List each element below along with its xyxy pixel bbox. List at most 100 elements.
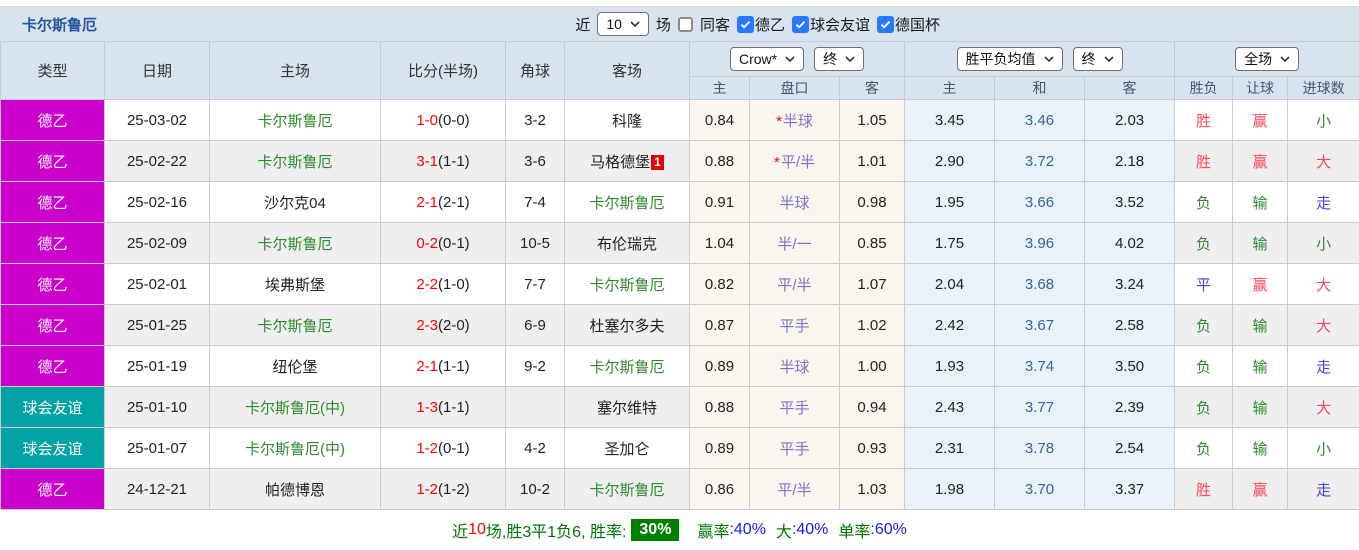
bookmaker-select[interactable]: Crow* — [729, 47, 805, 71]
handicap-text: 半球 — [782, 112, 813, 130]
home-team-cell: 帕德博恩 — [209, 468, 381, 510]
result-wdl: 负 — [1174, 427, 1234, 469]
recent-count-select[interactable]: 10 — [597, 12, 649, 36]
eu-home-odds: 3.45 — [904, 99, 996, 141]
europe-avg-value: 胜平负均值 — [965, 51, 1036, 67]
eu-home-odds: 2.04 — [904, 263, 996, 305]
subcol-eu-draw: 和 — [994, 76, 1086, 100]
chevron-down-icon — [1043, 56, 1054, 62]
home-team-cell: 卡尔斯鲁厄 — [209, 304, 381, 346]
eu-away-odds: 3.50 — [1084, 345, 1176, 387]
away-team-cell: 卡尔斯鲁厄 — [564, 181, 690, 223]
type-badge: 德乙 — [0, 99, 105, 141]
filter-checkbox[interactable] — [791, 15, 809, 33]
scope-dropdown-group: 全场 — [1174, 41, 1359, 77]
eu-home-odds: 2.90 — [904, 140, 996, 182]
same-away-checkbox[interactable] — [677, 16, 693, 32]
subcol-result-handicap: 让球 — [1232, 76, 1289, 100]
result-wdl: 负 — [1174, 345, 1234, 387]
away-team: 卡尔斯鲁厄 — [589, 194, 665, 212]
table-row: 德乙 25-03-02 卡尔斯鲁厄 1-0(0-0) 3-2 科隆 0.84 *… — [0, 99, 1359, 141]
home-team: 埃弗斯堡 — [264, 276, 325, 294]
corner-score: 10-5 — [505, 222, 565, 264]
ah-handicap: *平/半 — [749, 468, 840, 510]
filter-checkbox[interactable] — [876, 15, 894, 33]
home-team-cell: 沙尔克04 — [209, 181, 381, 223]
ah-handicap: *平手 — [749, 304, 840, 346]
col-header-score: 比分(半场) — [380, 41, 506, 100]
away-team-cell: 马格德堡 1 — [564, 140, 690, 182]
away-team: 马格德堡 — [590, 153, 651, 171]
home-team: 帕德博恩 — [264, 481, 325, 499]
type-badge: 德乙 — [0, 222, 105, 264]
halftime-score: (0-1) — [438, 439, 470, 457]
result-wdl: 胜 — [1174, 468, 1234, 510]
ah-away-odds: 1.02 — [838, 304, 906, 346]
away-team: 卡尔斯鲁厄 — [589, 481, 665, 499]
table-row: 德乙 25-02-01 埃弗斯堡 2-2(1-0) 7-7 卡尔斯鲁厄 0.82… — [0, 263, 1359, 305]
handicap-text: 平手 — [779, 440, 810, 458]
result-handicap: 输 — [1232, 181, 1289, 223]
home-team: 卡尔斯鲁厄(中) — [245, 440, 345, 458]
ah-handicap: *平/半 — [749, 140, 840, 182]
home-team-cell: 卡尔斯鲁厄(中) — [209, 386, 381, 428]
eu-draw-odds: 3.77 — [994, 386, 1086, 428]
home-team: 纽伦堡 — [272, 358, 318, 376]
eu-away-odds: 4.02 — [1084, 222, 1176, 264]
away-team-cell: 布伦瑞克 — [564, 222, 690, 264]
chevron-down-icon — [1280, 56, 1290, 62]
match-date: 25-01-19 — [104, 345, 210, 387]
ah-time-select[interactable]: 终 — [814, 47, 865, 71]
bookmaker-value: Crow* — [738, 51, 778, 67]
result-wdl: 负 — [1174, 222, 1234, 264]
halftime-score: (2-0) — [438, 316, 470, 334]
result-wdl: 平 — [1174, 263, 1234, 305]
away-team: 卡尔斯鲁厄 — [589, 276, 665, 294]
ah-away-odds: 1.03 — [838, 468, 906, 510]
ah-home-odds: 1.04 — [689, 222, 750, 264]
eu-home-odds: 2.43 — [904, 386, 996, 428]
ah-handicap: *半球 — [749, 181, 840, 223]
home-team-cell: 卡尔斯鲁厄 — [209, 222, 381, 264]
chevron-down-icon — [1103, 56, 1114, 62]
result-goals: 大 — [1287, 263, 1359, 305]
table-row: 德乙 24-12-21 帕德博恩 1-2(1-2) 10-2 卡尔斯鲁厄 0.8… — [0, 468, 1359, 510]
away-team-cell: 圣加仑 — [564, 427, 690, 469]
ah-time-value: 终 — [823, 51, 838, 67]
table-row: 球会友谊 25-01-10 卡尔斯鲁厄(中) 1-3(1-1) 塞尔维特 0.8… — [0, 386, 1359, 428]
europe-avg-select[interactable]: 胜平负均值 — [956, 47, 1063, 71]
corner-score: 3-2 — [505, 99, 565, 141]
banner: 卡尔斯鲁厄 近 10 场 同客 德乙 球会友谊 德国杯 — [0, 7, 1359, 41]
subcol-ah-home: 主 — [689, 76, 750, 100]
red-card-badge: 1 — [651, 154, 664, 170]
home-team: 卡尔斯鲁厄(中) — [245, 399, 345, 417]
chevron-down-icon — [785, 56, 795, 62]
footer-single-value: :60% — [870, 520, 907, 538]
chevron-down-icon — [845, 56, 855, 62]
eu-draw-odds: 3.74 — [994, 345, 1086, 387]
filter-label: 德国杯 — [894, 16, 940, 34]
check-icon — [880, 20, 891, 28]
scope-select[interactable]: 全场 — [1235, 47, 1300, 71]
halftime-score: (1-2) — [438, 480, 470, 498]
eu-draw-odds: 3.68 — [994, 263, 1086, 305]
europe-time-select[interactable]: 终 — [1072, 47, 1123, 71]
result-goals: 小 — [1287, 222, 1359, 264]
corner-score: 3-6 — [505, 140, 565, 182]
result-handicap: 赢 — [1232, 140, 1289, 182]
chevron-down-icon — [630, 21, 640, 27]
recent-count-value: 10 — [606, 16, 622, 32]
result-goals: 走 — [1287, 468, 1359, 510]
halftime-score: (1-0) — [438, 275, 470, 293]
filter-checkbox[interactable] — [736, 15, 754, 33]
ah-home-odds: 0.91 — [689, 181, 750, 223]
home-team-cell: 卡尔斯鲁厄 — [209, 99, 381, 141]
corner-score: 7-4 — [505, 181, 565, 223]
scope-value: 全场 — [1244, 51, 1273, 67]
filter-label: 德乙 — [754, 16, 785, 34]
eu-draw-odds: 3.70 — [994, 468, 1086, 510]
type-badge: 德乙 — [0, 304, 105, 346]
type-badge: 球会友谊 — [0, 427, 105, 469]
page-title: 卡尔斯鲁厄 — [22, 16, 98, 34]
away-team-cell: 塞尔维特 — [564, 386, 690, 428]
